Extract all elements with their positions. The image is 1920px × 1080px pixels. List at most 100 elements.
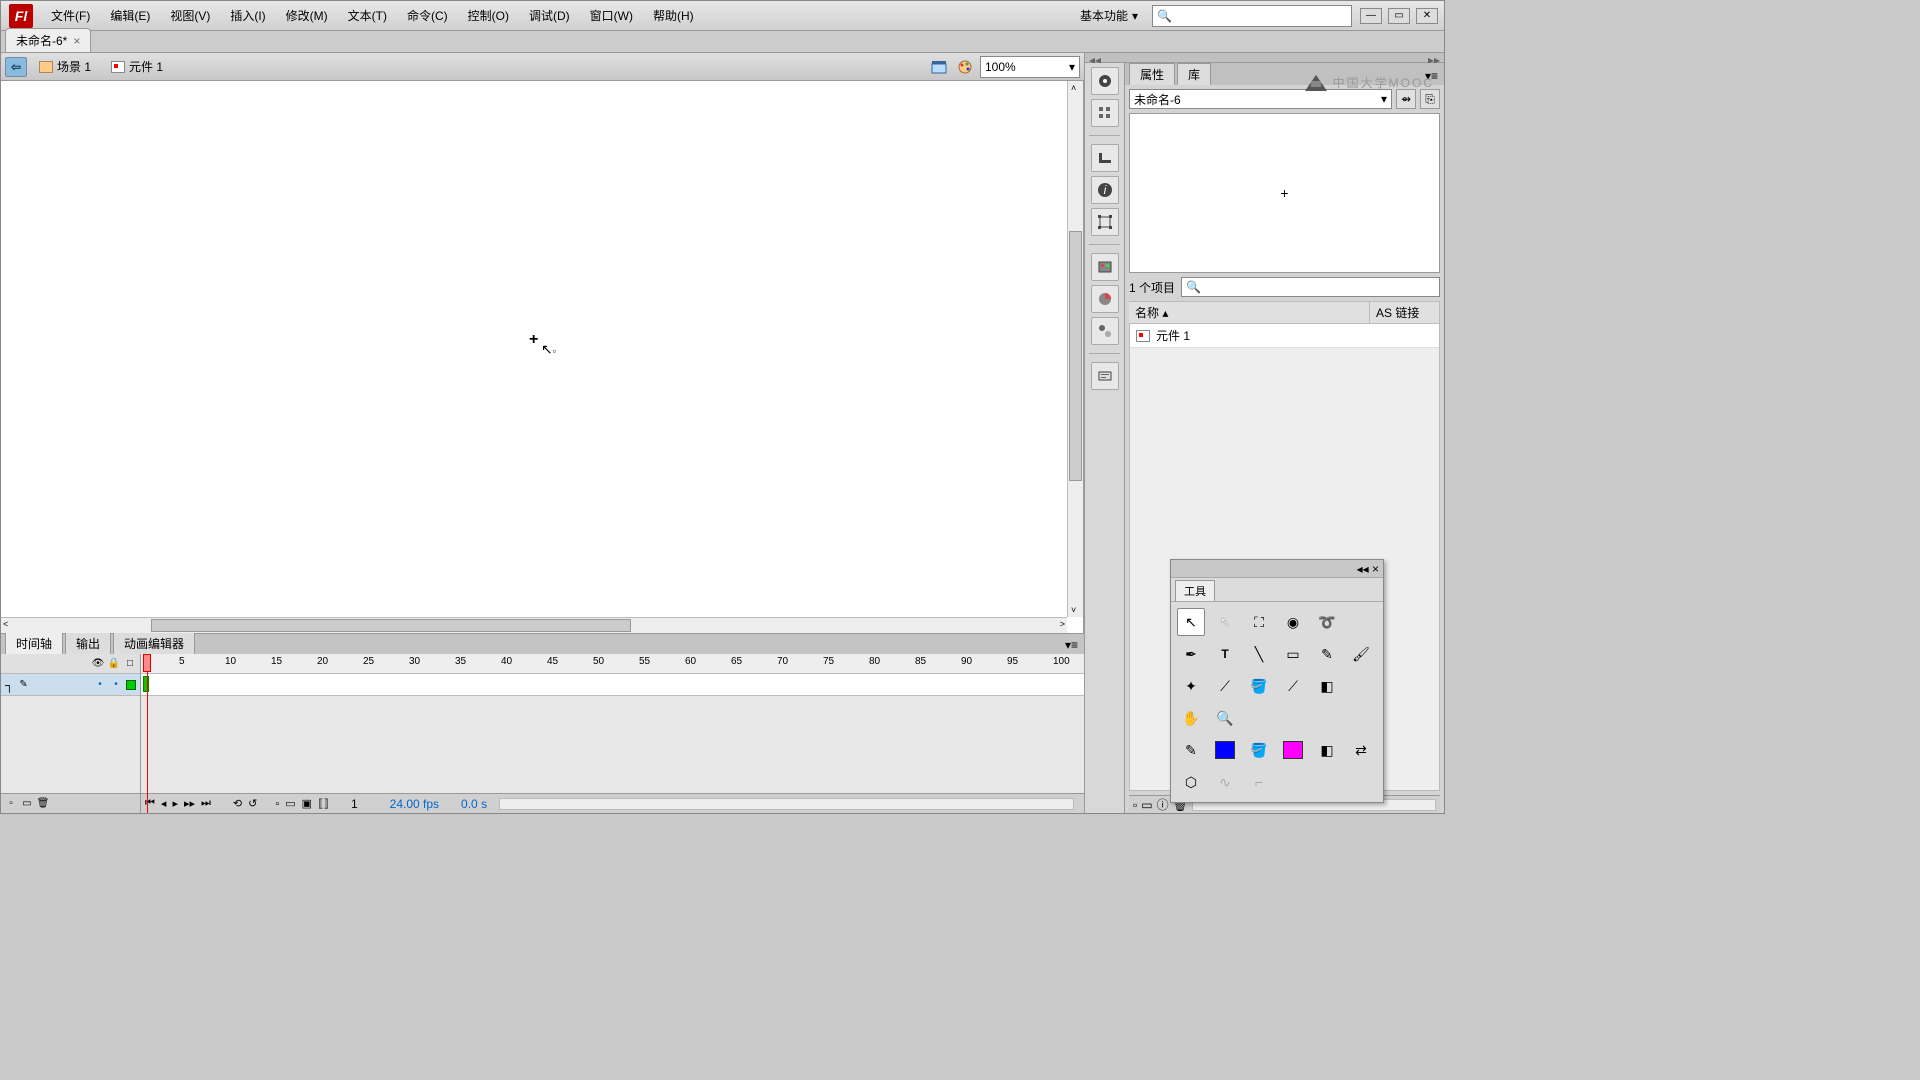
step-back-button[interactable]: ◂ — [161, 797, 167, 810]
rail-properties-button[interactable] — [1091, 67, 1119, 95]
hand-tool[interactable]: ✋ — [1177, 704, 1205, 732]
straighten-button[interactable]: ⌐ — [1245, 768, 1273, 796]
delete-layer-button[interactable]: 🗑 — [37, 798, 49, 810]
3d-rotation-tool[interactable]: ◉ — [1279, 608, 1307, 636]
pin-library-button[interactable]: ⇴ — [1396, 89, 1416, 109]
visibility-header-icon[interactable]: 👁 — [92, 658, 104, 670]
library-item[interactable]: 元件 1 — [1130, 324, 1439, 348]
close-tab-icon[interactable]: × — [73, 34, 80, 48]
rail-info-button[interactable]: i — [1091, 176, 1119, 204]
panel-menu-icon[interactable]: ▾≡ — [1059, 636, 1084, 654]
panel-menu-icon[interactable]: ▾≡ — [1419, 67, 1444, 85]
tab-motion-editor[interactable]: 动画编辑器 — [113, 632, 195, 654]
brush-tool[interactable]: 🖌 — [1347, 640, 1375, 668]
properties-button[interactable]: ⓘ — [1157, 796, 1169, 813]
stage-canvas[interactable]: + ↖▫ ˄ ˅ ˂ ˃ — [1, 81, 1084, 633]
document-tab[interactable]: 未命名-6* × — [5, 28, 91, 52]
edit-symbol-button[interactable] — [954, 57, 976, 77]
snap-button[interactable]: ⬡ — [1177, 768, 1205, 796]
swap-colors-button[interactable]: ⇄ — [1347, 736, 1375, 764]
horizontal-scrollbar[interactable]: ˂ ˃ — [1, 617, 1067, 633]
menu-control[interactable]: 控制(O) — [458, 1, 519, 30]
stroke-color-button[interactable]: ✎ — [1177, 736, 1205, 764]
stroke-color-swatch[interactable] — [1211, 736, 1239, 764]
rail-sample-button[interactable] — [1091, 317, 1119, 345]
edit-scene-button[interactable] — [928, 57, 950, 77]
layer-visible-dot[interactable]: • — [94, 679, 106, 691]
scroll-left-icon[interactable]: ˂ — [3, 619, 8, 629]
close-window-button[interactable]: ✕ — [1416, 8, 1438, 24]
onion-outline-button[interactable]: ▭ — [285, 797, 295, 810]
library-search[interactable]: 🔍 — [1181, 277, 1440, 297]
pencil-tool[interactable]: ✎ — [1313, 640, 1341, 668]
deco-tool[interactable]: ✦ — [1177, 672, 1205, 700]
eraser-tool[interactable]: ◧ — [1313, 672, 1341, 700]
onion-skin-button[interactable]: ▫ — [275, 798, 279, 810]
rail-components-button[interactable] — [1091, 362, 1119, 390]
vertical-scrollbar[interactable]: ˄ ˅ — [1067, 81, 1083, 617]
scrollbar-thumb[interactable] — [151, 619, 631, 632]
workspace-selector[interactable]: 基本功能 ▾ — [1074, 5, 1144, 26]
playhead[interactable] — [147, 654, 148, 813]
library-column-name[interactable]: 名称 ▴ — [1129, 302, 1370, 323]
menu-edit[interactable]: 编辑(E) — [100, 1, 160, 30]
lasso-tool[interactable]: ➰ — [1313, 608, 1341, 636]
scroll-down-icon[interactable]: ˅ — [1071, 605, 1076, 615]
keyframe-icon[interactable] — [143, 676, 149, 692]
menu-text[interactable]: 文本(T) — [338, 1, 397, 30]
center-frame-button[interactable]: ⟲ — [233, 797, 242, 810]
library-column-aslink[interactable]: AS 链接 — [1370, 302, 1440, 323]
rail-swatches-button[interactable] — [1091, 253, 1119, 281]
new-layer-button[interactable]: ▫ — [5, 798, 17, 810]
panel-collapse-strip[interactable]: ◂◂▸▸ — [1085, 53, 1444, 63]
new-library-button[interactable]: ⎘ — [1420, 89, 1440, 109]
layer-outline-swatch[interactable] — [126, 680, 136, 690]
new-folder-button[interactable]: ▭ — [21, 798, 33, 810]
zoom-dropdown[interactable]: 100% ▾ — [980, 56, 1080, 78]
scrollbar-thumb[interactable] — [1069, 231, 1082, 481]
close-panel-icon[interactable]: × — [1372, 562, 1379, 576]
layer-lock-dot[interactable]: • — [110, 679, 122, 691]
rail-library-button[interactable] — [1091, 99, 1119, 127]
loop-button[interactable]: ↺ — [248, 797, 257, 810]
library-document-dropdown[interactable]: 未命名-6 ▾ — [1129, 89, 1392, 109]
tools-panel-titlebar[interactable]: ◂◂ × — [1171, 560, 1383, 578]
free-transform-tool[interactable]: ⛶ — [1245, 608, 1273, 636]
subselection-tool[interactable]: ↖ — [1211, 608, 1239, 636]
rail-transform-button[interactable] — [1091, 208, 1119, 236]
fill-color-swatch[interactable] — [1279, 736, 1307, 764]
menu-view[interactable]: 视图(V) — [160, 1, 220, 30]
modify-markers-button[interactable]: ⟦⟧ — [318, 797, 329, 810]
menu-insert[interactable]: 插入(I) — [220, 1, 275, 30]
smooth-button[interactable]: ∿ — [1211, 768, 1239, 796]
playhead-handle[interactable] — [143, 654, 151, 672]
goto-last-button[interactable]: ⏭ — [201, 797, 211, 810]
menu-file[interactable]: 文件(F) — [41, 1, 100, 30]
minimize-button[interactable]: — — [1360, 8, 1382, 24]
line-tool[interactable]: ╲ — [1245, 640, 1273, 668]
menu-window[interactable]: 窗口(W) — [580, 1, 643, 30]
layer-row[interactable]: ┐ ✎ • • — [1, 674, 140, 696]
lock-header-icon[interactable]: 🔒 — [108, 658, 120, 670]
paint-bucket-tool[interactable]: 🪣 — [1245, 672, 1273, 700]
search-box[interactable]: 🔍 — [1152, 5, 1352, 27]
black-white-button[interactable]: ◧ — [1313, 736, 1341, 764]
outline-header-icon[interactable]: □ — [124, 658, 136, 670]
breadcrumb-scene[interactable]: 场景 1 — [31, 56, 99, 77]
rectangle-tool[interactable]: ▭ — [1279, 640, 1307, 668]
menu-debug[interactable]: 调试(D) — [519, 1, 580, 30]
play-button[interactable]: ▸ — [172, 797, 178, 810]
scroll-up-icon[interactable]: ˄ — [1071, 83, 1076, 93]
scroll-right-icon[interactable]: ˃ — [1060, 619, 1065, 629]
rail-align-button[interactable] — [1091, 144, 1119, 172]
tab-output[interactable]: 输出 — [65, 632, 111, 654]
timeline-frame-row[interactable] — [141, 674, 1084, 696]
menu-help[interactable]: 帮助(H) — [643, 1, 704, 30]
menu-commands[interactable]: 命令(C) — [397, 1, 458, 30]
tools-panel[interactable]: ◂◂ × 工具 ↖ ↖ ⛶ ◉ ➰ ✒ — [1170, 559, 1384, 803]
maximize-button[interactable]: ▭ — [1388, 8, 1410, 24]
new-folder-button[interactable]: ▭ — [1141, 798, 1152, 812]
text-tool[interactable]: T — [1211, 640, 1239, 668]
timeline-scrollbar[interactable] — [499, 798, 1074, 810]
tab-library[interactable]: 库 — [1177, 63, 1211, 85]
